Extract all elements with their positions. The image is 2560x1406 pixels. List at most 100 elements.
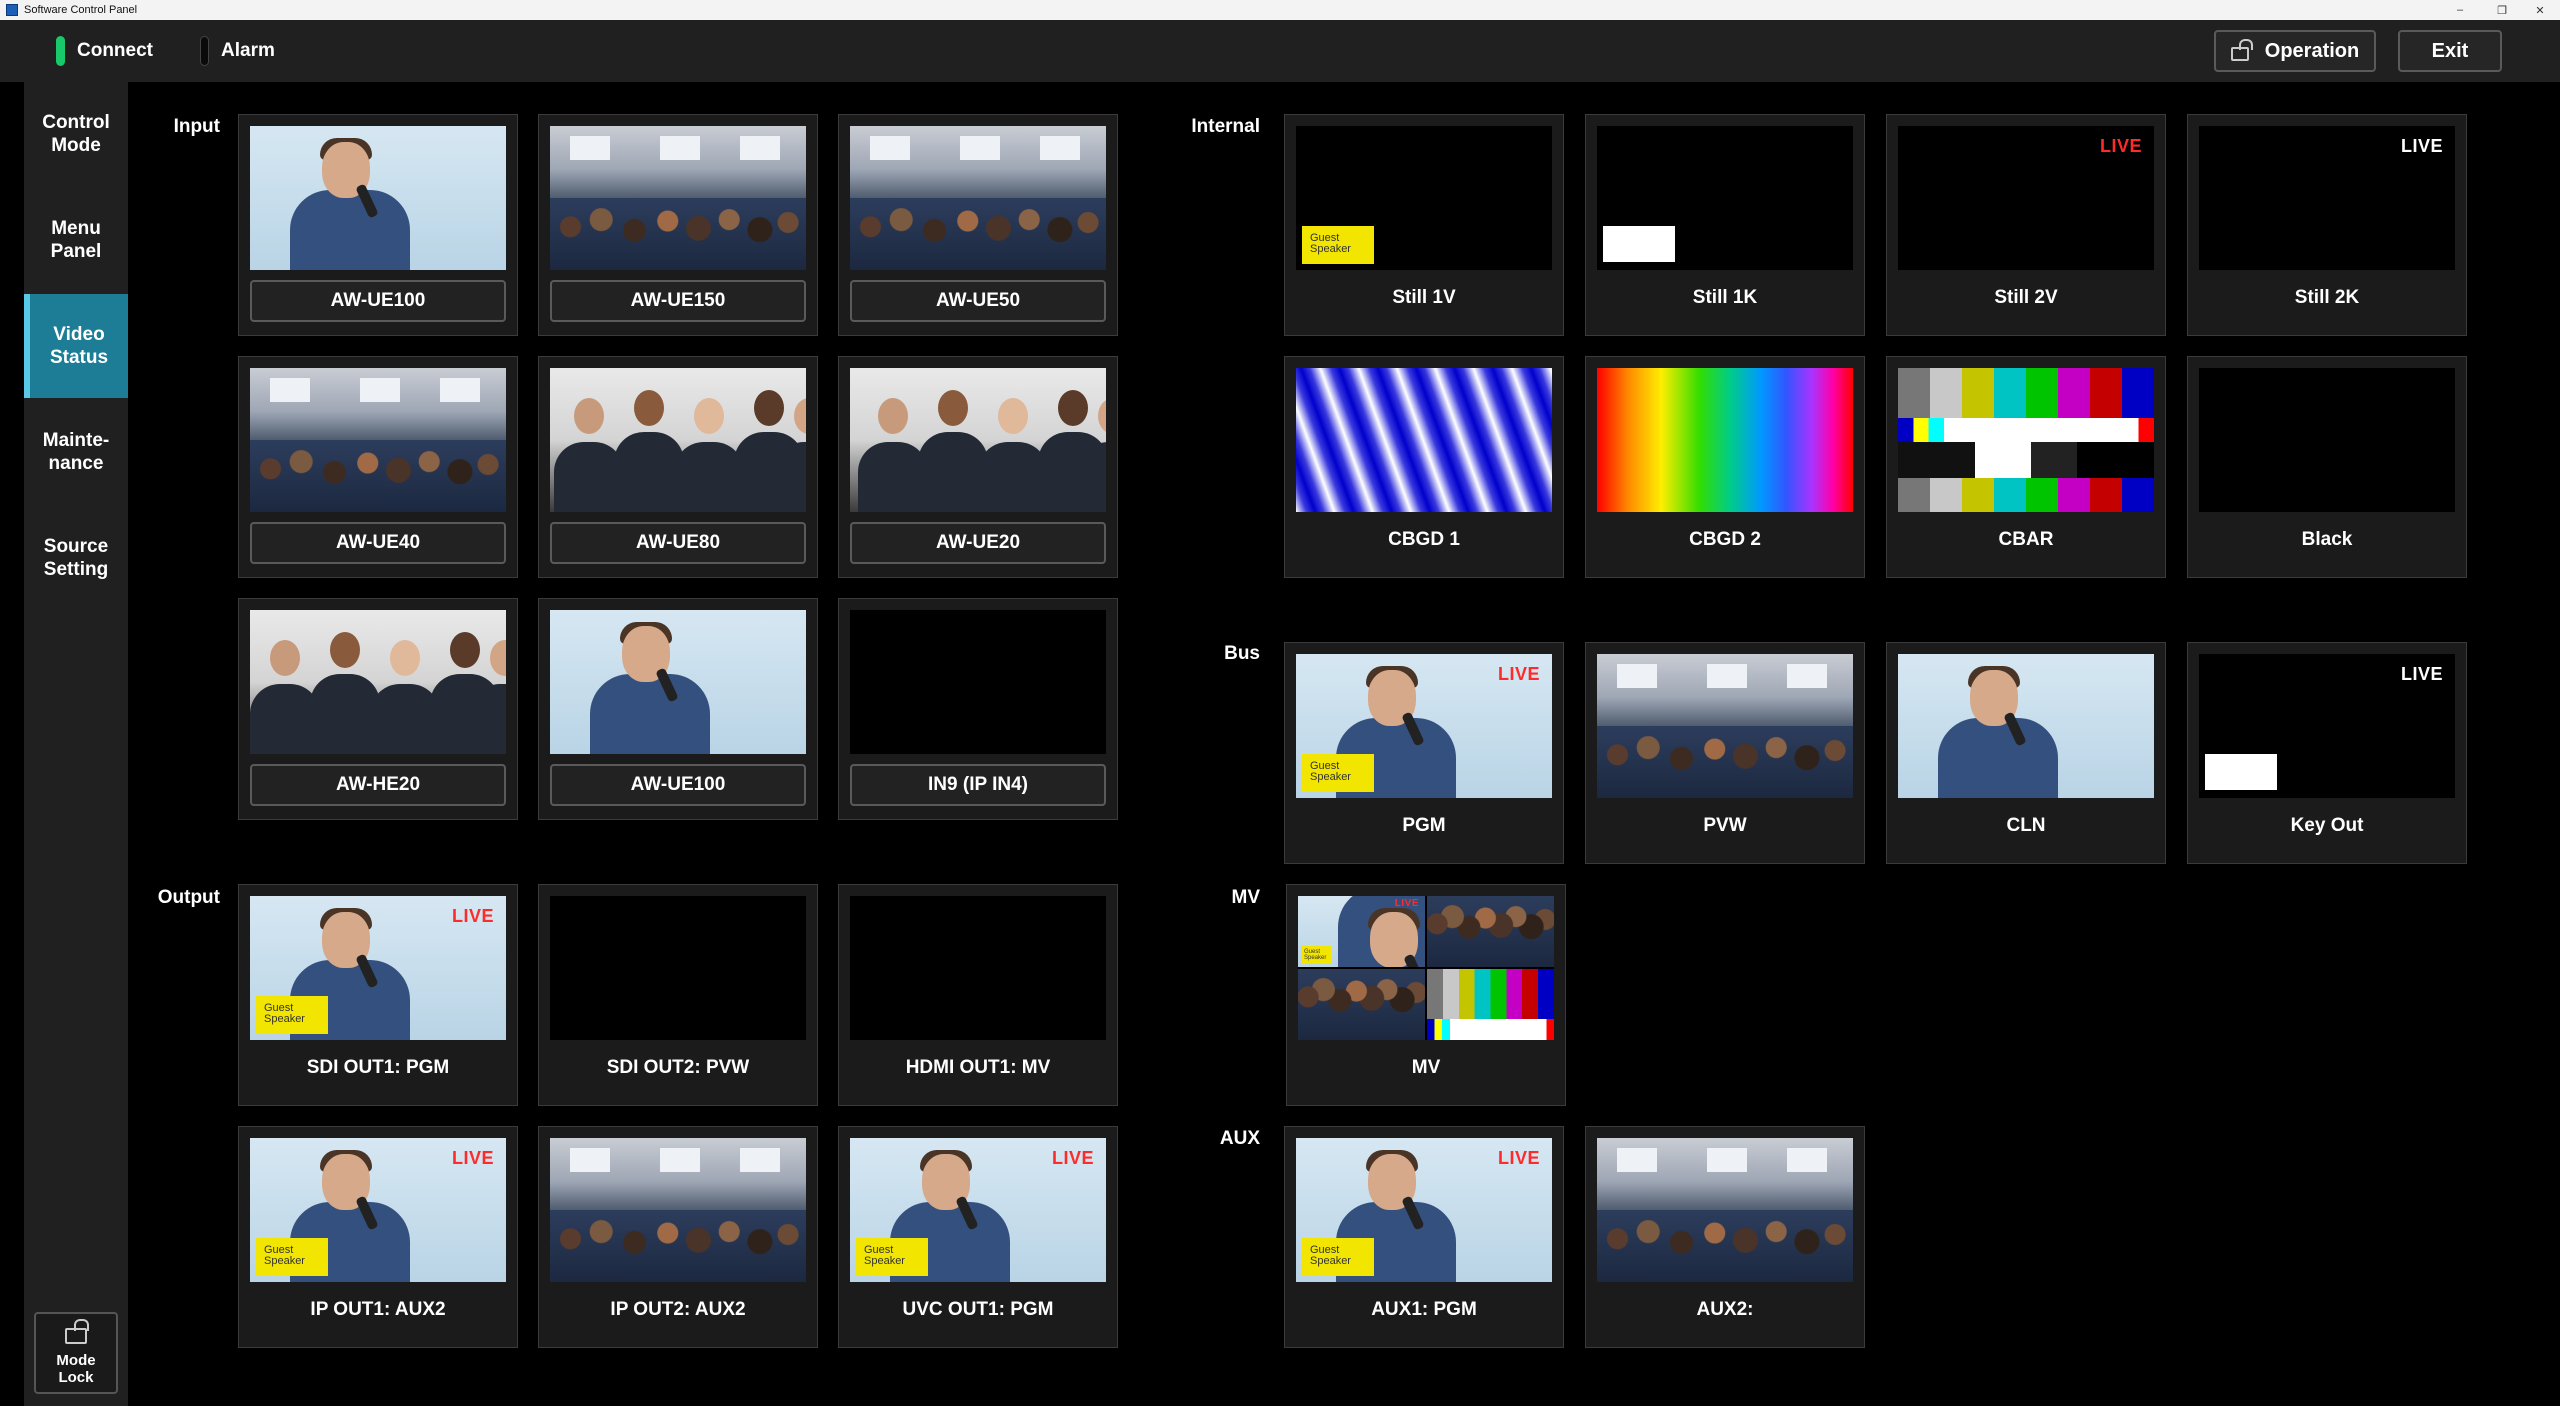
output-thumbnail: Guest Speaker LIVE — [250, 1138, 506, 1282]
input-tile[interactable]: IN9 (IP IN4) — [838, 598, 1118, 820]
multiview-cell — [1298, 969, 1425, 1040]
output-tile[interactable]: HDMI OUT1: MV — [838, 884, 1118, 1106]
input-source-button[interactable]: AW-UE80 — [550, 522, 806, 564]
input-tile[interactable]: AW-UE40 — [238, 356, 518, 578]
section-label-aux: AUX — [1219, 1128, 1260, 1149]
bus-tile[interactable]: CLN — [1886, 642, 2166, 864]
exit-button[interactable]: Exit — [2398, 30, 2502, 72]
bus-tile[interactable]: Guest Speaker LIVE PGM — [1284, 642, 1564, 864]
guest-speaker-overlay: Guest Speaker — [256, 996, 328, 1034]
input-thumbnail — [850, 610, 1106, 754]
live-badge: LIVE — [2400, 664, 2443, 684]
close-icon[interactable]: ✕ — [2520, 0, 2560, 20]
internal-tile[interactable]: Guest Speaker Still 1V — [1284, 114, 1564, 336]
internal-tile[interactable]: Black — [2187, 356, 2467, 578]
audience — [550, 198, 806, 270]
output-label: IP OUT1: AUX2 — [310, 1299, 446, 1320]
section-label-bus: Bus — [1224, 643, 1260, 664]
input-source-button[interactable]: AW-UE40 — [250, 522, 506, 564]
projector-screen — [660, 136, 700, 160]
input-tile[interactable]: AW-HE20 — [238, 598, 518, 820]
live-badge: LIVE — [1394, 898, 1419, 909]
internal-tile[interactable]: CBGD 1 — [1284, 356, 1564, 578]
output-tile[interactable]: Guest Speaker LIVE IP OUT1: AUX2 — [238, 1126, 518, 1348]
mode-lock-button[interactable]: Mode Lock — [34, 1312, 118, 1394]
input-source-button[interactable]: AW-UE150 — [550, 280, 806, 322]
guest-speaker-overlay: Guest Speaker — [256, 1238, 328, 1276]
multiview-cell: LIVE Guest Speaker — [1298, 896, 1425, 967]
internal-tile[interactable]: LIVE Still 2K — [2187, 114, 2467, 336]
speaker-body — [590, 674, 710, 754]
input-thumbnail — [550, 368, 806, 512]
output-label: SDI OUT1: PGM — [306, 1057, 450, 1078]
output-tile[interactable]: Guest Speaker LIVE SDI OUT1: PGM — [238, 884, 518, 1106]
color-bar-bars — [1427, 969, 1554, 1019]
output-thumbnail — [850, 896, 1106, 1040]
section-label-input: Input — [173, 116, 220, 137]
output-tile[interactable]: Guest Speaker LIVE UVC OUT1: PGM — [838, 1126, 1118, 1348]
internal-tile[interactable]: LIVE Still 2V — [1886, 114, 2166, 336]
output-tile[interactable]: IP OUT2: AUX2 — [538, 1126, 818, 1348]
operation-button[interactable]: Operation — [2214, 30, 2376, 72]
color-bar-mid — [1898, 418, 2154, 442]
input-source-button[interactable]: IN9 (IP IN4) — [850, 764, 1106, 806]
nav-source-setting[interactable]: Source Setting — [24, 506, 128, 610]
color-bar-mid — [1427, 1019, 1554, 1040]
output-label: SDI OUT2: PVW — [606, 1057, 750, 1078]
output-thumbnail: Guest Speaker LIVE — [250, 896, 506, 1040]
multiview-cell — [1427, 969, 1554, 1040]
restore-icon[interactable]: ❐ — [2482, 0, 2522, 20]
minimize-icon[interactable]: – — [2440, 0, 2480, 20]
speaker-body — [1938, 718, 2058, 798]
bus-tile[interactable]: PVW — [1585, 642, 1865, 864]
input-source-button[interactable]: AW-UE100 — [550, 764, 806, 806]
input-tile[interactable]: AW-UE80 — [538, 356, 818, 578]
person-head — [754, 390, 784, 426]
projector-screen — [570, 136, 610, 160]
input-source-button[interactable]: AW-HE20 — [250, 764, 506, 806]
bus-thumbnail — [1898, 654, 2154, 798]
input-thumbnail — [850, 368, 1106, 512]
nav-maintenance[interactable]: Mainte- nance — [24, 400, 128, 504]
input-tile[interactable]: AW-UE20 — [838, 356, 1118, 578]
aux-tile[interactable]: AUX2: — [1585, 1126, 1865, 1348]
internal-tile[interactable]: CBGD 2 — [1585, 356, 1865, 578]
bus-label: CLN — [2006, 815, 2046, 836]
nav-video-status[interactable]: Video Status — [24, 294, 128, 398]
internal-label: CBGD 1 — [1388, 529, 1460, 550]
input-source-button[interactable]: AW-UE20 — [850, 522, 1106, 564]
input-thumbnail — [250, 126, 506, 270]
app-icon — [6, 4, 18, 16]
projector-screen — [440, 378, 480, 402]
connect-indicator: Connect — [56, 36, 153, 66]
projector-screen — [740, 1148, 780, 1172]
connect-led-icon — [56, 36, 65, 66]
audience — [550, 1210, 806, 1282]
input-source-button[interactable]: AW-UE100 — [250, 280, 506, 322]
projector-screen — [1617, 1148, 1657, 1172]
section-label-internal: Internal — [1191, 116, 1260, 137]
mv-tile[interactable]: LIVE Guest Speaker MV — [1286, 884, 1566, 1106]
input-tile[interactable]: AW-UE150 — [538, 114, 818, 336]
bus-tile[interactable]: LIVE Key Out — [2187, 642, 2467, 864]
aux-tile[interactable]: Guest Speaker LIVE AUX1: PGM — [1284, 1126, 1564, 1348]
input-source-button[interactable]: AW-UE50 — [850, 280, 1106, 322]
live-badge: LIVE — [451, 1148, 494, 1168]
live-badge: LIVE — [1051, 1148, 1094, 1168]
person-head — [634, 390, 664, 426]
internal-tile[interactable]: CBAR — [1886, 356, 2166, 578]
output-tile[interactable]: SDI OUT2: PVW — [538, 884, 818, 1106]
operation-label: Operation — [2264, 39, 2360, 62]
internal-tile[interactable]: Still 1K — [1585, 114, 1865, 336]
person-head — [878, 398, 908, 434]
input-tile[interactable]: AW-UE50 — [838, 114, 1118, 336]
input-tile[interactable]: AW-UE100 — [238, 114, 518, 336]
guest-speaker-overlay: Guest Speaker — [856, 1238, 928, 1276]
input-tile[interactable]: AW-UE100 — [538, 598, 818, 820]
input-thumbnail — [250, 368, 506, 512]
sidebar: Control Mode Menu Panel Video Status Mai… — [24, 82, 128, 1406]
window-title: Software Control Panel — [24, 4, 138, 16]
output-thumbnail — [550, 1138, 806, 1282]
nav-menu-panel[interactable]: Menu Panel — [24, 188, 128, 292]
nav-control-mode[interactable]: Control Mode — [24, 82, 128, 186]
